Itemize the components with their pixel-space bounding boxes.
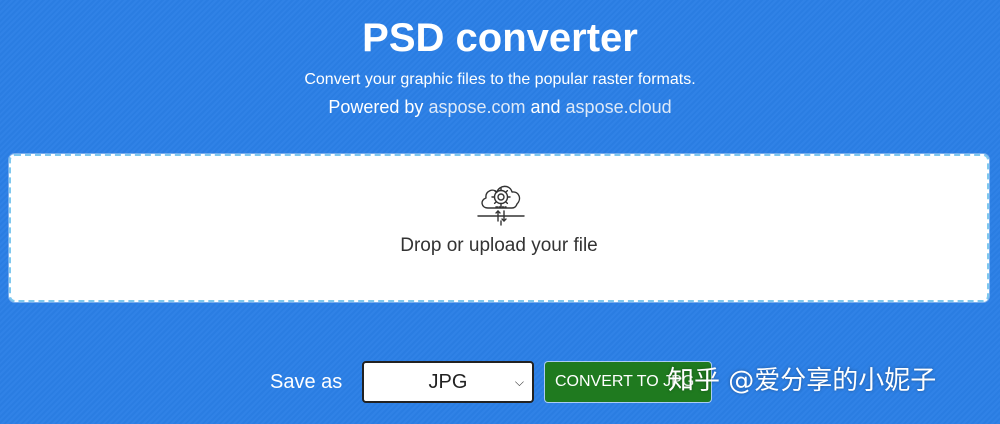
watermark-text: 知乎 @爱分享的小妮子 bbox=[668, 366, 937, 396]
page-header: PSD converter Convert your graphic files… bbox=[0, 12, 1000, 118]
save-as-label: Save as bbox=[270, 371, 343, 393]
page-subtitle: Convert your graphic files to the popula… bbox=[304, 71, 696, 88]
aspose-com-link[interactable]: aspose.com bbox=[428, 97, 525, 117]
cloud-gear-upload-icon bbox=[477, 185, 525, 226]
dropzone-label: Drop or upload your file bbox=[400, 235, 598, 256]
file-dropzone[interactable]: Drop or upload your file bbox=[9, 154, 989, 302]
output-format-select[interactable]: JPG ⌵ bbox=[362, 361, 534, 403]
powered-by-prefix: Powered by bbox=[328, 97, 429, 117]
powered-by-line: Powered by aspose.com and aspose.cloud bbox=[0, 96, 1000, 118]
chevron-down-icon: ⌵ bbox=[514, 375, 524, 389]
powered-by-and: and bbox=[525, 97, 566, 117]
aspose-cloud-link[interactable]: aspose.cloud bbox=[566, 97, 672, 117]
page-title: PSD converter bbox=[362, 16, 638, 60]
output-format-value: JPG bbox=[428, 371, 468, 393]
